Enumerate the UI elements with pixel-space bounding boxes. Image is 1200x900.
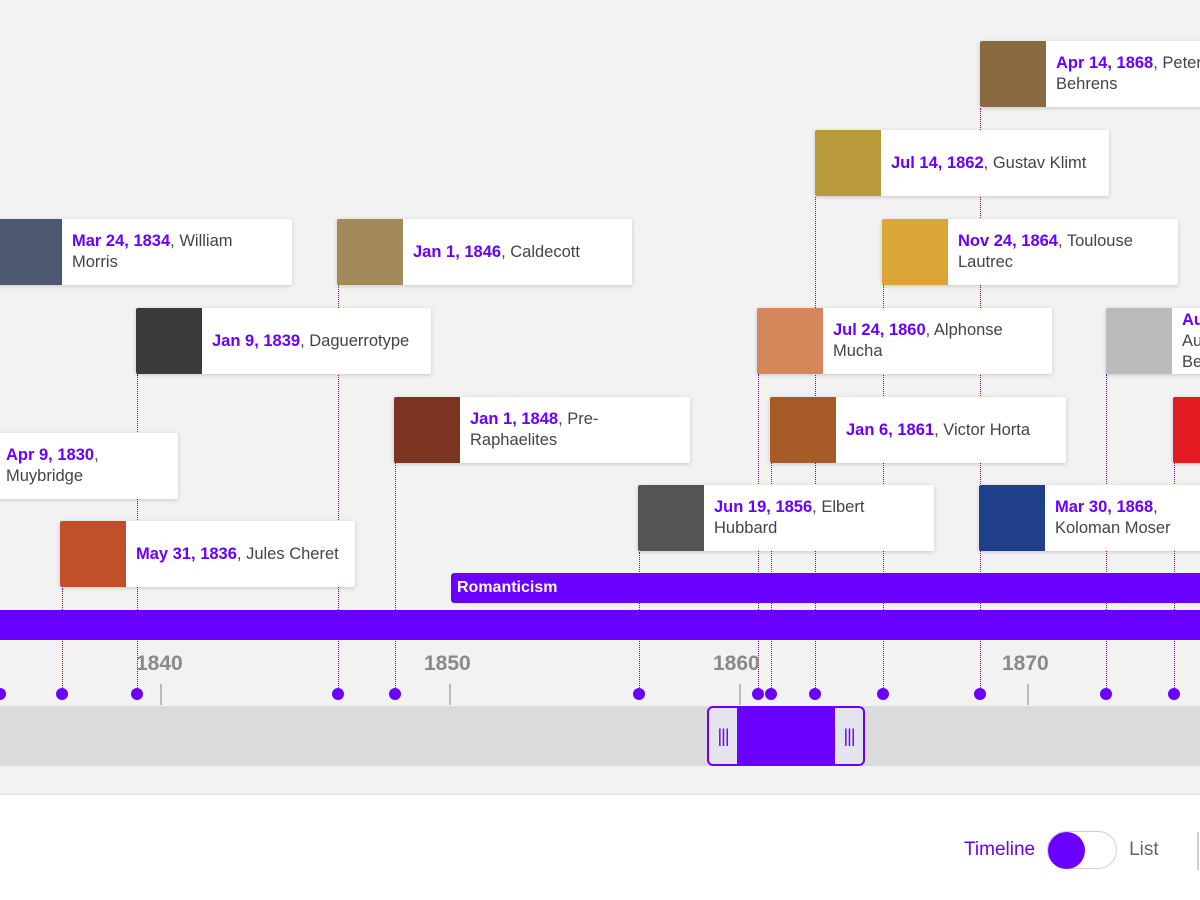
event-card-daguerrotype[interactable]: Jan 9, 1839, Daguerrotype bbox=[136, 308, 431, 374]
event-dot[interactable] bbox=[809, 688, 821, 700]
event-date: Apr 14, 1868 bbox=[1056, 54, 1154, 72]
event-dot[interactable] bbox=[974, 688, 986, 700]
era-label: Romanticism bbox=[457, 579, 558, 596]
event-date: Aug 21, 1872 bbox=[1182, 310, 1200, 329]
event-date: Mar 24, 1834 bbox=[72, 232, 171, 250]
event-thumbnail bbox=[1106, 308, 1172, 374]
event-title: Daguerrotype bbox=[309, 331, 410, 350]
axis-tick-label: 1870 bbox=[1002, 652, 1049, 675]
event-thumbnail bbox=[394, 397, 460, 463]
event-title: Jules Cheret bbox=[246, 544, 339, 563]
view-toggle-switch[interactable] bbox=[1047, 831, 1118, 869]
event-date: Jan 1, 1848 bbox=[470, 410, 559, 428]
toggle-knob bbox=[1048, 832, 1086, 869]
event-card-klimt[interactable]: Jul 14, 1862, Gustav Klimt bbox=[815, 130, 1109, 196]
event-dot[interactable] bbox=[1100, 688, 1112, 700]
axis-tick-label: 1860 bbox=[713, 652, 760, 675]
event-dot[interactable] bbox=[1168, 688, 1180, 700]
event-card-muybridge[interactable]: Apr 9, 1830, Muybridge bbox=[0, 433, 178, 499]
event-card-preraphaelites[interactable]: Jan 1, 1848, Pre-Raphaelites bbox=[394, 397, 690, 463]
event-date: Nov 24, 1864 bbox=[958, 232, 1058, 250]
event-thumbnail bbox=[770, 397, 836, 463]
event-stem bbox=[62, 588, 63, 694]
event-card-beardsley[interactable]: Aug 21, 1872, Aubrey Beardsley bbox=[1106, 308, 1200, 374]
event-thumbnail bbox=[882, 219, 948, 285]
era-bar-romanticism[interactable]: Romanticism bbox=[451, 573, 1200, 603]
event-card-cheret[interactable]: May 31, 1836, Jules Cheret bbox=[60, 521, 355, 587]
overview-track[interactable] bbox=[0, 706, 1200, 766]
range-handle-left[interactable]: ||| bbox=[709, 708, 737, 764]
event-dot[interactable] bbox=[752, 688, 764, 700]
event-date: Apr 9, 1830 bbox=[6, 446, 95, 464]
axis-tick-label: 1850 bbox=[424, 652, 471, 675]
divider bbox=[1197, 832, 1199, 870]
event-dot[interactable] bbox=[389, 688, 401, 700]
event-date: Jan 1, 1846 bbox=[413, 242, 502, 261]
axis-tick bbox=[739, 684, 741, 705]
event-dot[interactable] bbox=[131, 688, 143, 700]
event-date: Jan 6, 1861 bbox=[846, 420, 935, 439]
event-card-caldecott[interactable]: Jan 1, 1846, Caldecott bbox=[337, 219, 632, 285]
timeline-view-label[interactable]: Timeline bbox=[964, 839, 1035, 861]
event-card-benz[interactable] bbox=[1173, 397, 1200, 463]
event-card-behrens[interactable]: Apr 14, 1868, Peter Behrens bbox=[980, 41, 1200, 107]
event-thumbnail bbox=[60, 521, 126, 587]
event-dot[interactable] bbox=[877, 688, 889, 700]
event-thumbnail bbox=[979, 485, 1045, 551]
event-thumbnail bbox=[0, 219, 62, 285]
timeline-canvas[interactable]: Apr 14, 1868, Peter Behrens Jul 14, 1862… bbox=[0, 0, 1200, 795]
list-view-label[interactable]: List bbox=[1129, 839, 1159, 861]
axis-tick bbox=[1027, 684, 1029, 705]
event-thumbnail bbox=[337, 219, 403, 285]
timeline-band bbox=[0, 610, 1200, 640]
event-date: Jul 14, 1862 bbox=[891, 153, 984, 172]
event-thumbnail bbox=[980, 41, 1046, 107]
event-title: Victor Horta bbox=[943, 420, 1031, 439]
event-title: Caldecott bbox=[510, 242, 580, 261]
event-card-moser[interactable]: Mar 30, 1868, Koloman Moser bbox=[979, 485, 1200, 551]
event-card-mucha[interactable]: Jul 24, 1860, Alphonse Mucha bbox=[757, 308, 1052, 374]
range-handle-right[interactable]: ||| bbox=[835, 708, 863, 764]
event-dot[interactable] bbox=[56, 688, 68, 700]
axis-tick-label: 1840 bbox=[136, 652, 183, 675]
event-title: Aubrey Beardsley bbox=[1182, 331, 1200, 371]
event-thumbnail bbox=[757, 308, 823, 374]
event-card-morris[interactable]: Mar 24, 1834, William Morris bbox=[0, 219, 292, 285]
event-dot[interactable] bbox=[332, 688, 344, 700]
event-title: Koloman Moser bbox=[1055, 519, 1171, 537]
event-date: May 31, 1836 bbox=[136, 544, 237, 563]
event-dot[interactable] bbox=[633, 688, 645, 700]
event-card-hubbard[interactable]: Jun 19, 1856, Elbert Hubbard bbox=[638, 485, 934, 551]
event-title: Muybridge bbox=[6, 467, 84, 485]
event-date: Jan 9, 1839 bbox=[212, 331, 301, 350]
event-stem bbox=[395, 463, 396, 694]
event-date: Mar 30, 1868 bbox=[1055, 498, 1154, 516]
event-thumbnail bbox=[1173, 397, 1200, 463]
event-thumbnail bbox=[815, 130, 881, 196]
event-dot[interactable] bbox=[765, 688, 777, 700]
axis-tick bbox=[449, 684, 451, 705]
event-title: Gustav Klimt bbox=[992, 153, 1087, 172]
event-card-lautrec[interactable]: Nov 24, 1864, Toulouse Lautrec bbox=[882, 219, 1178, 285]
axis-tick bbox=[160, 684, 162, 705]
view-toggle: Timeline List bbox=[964, 830, 1159, 870]
event-thumbnail bbox=[638, 485, 704, 551]
event-date: Jun 19, 1856 bbox=[714, 498, 813, 516]
event-thumbnail bbox=[136, 308, 202, 374]
range-selector[interactable]: ||| ||| bbox=[707, 706, 865, 766]
event-dot[interactable] bbox=[0, 688, 6, 700]
event-card-horta[interactable]: Jan 6, 1861, Victor Horta bbox=[770, 397, 1066, 463]
event-date: Jul 24, 1860 bbox=[833, 321, 926, 339]
